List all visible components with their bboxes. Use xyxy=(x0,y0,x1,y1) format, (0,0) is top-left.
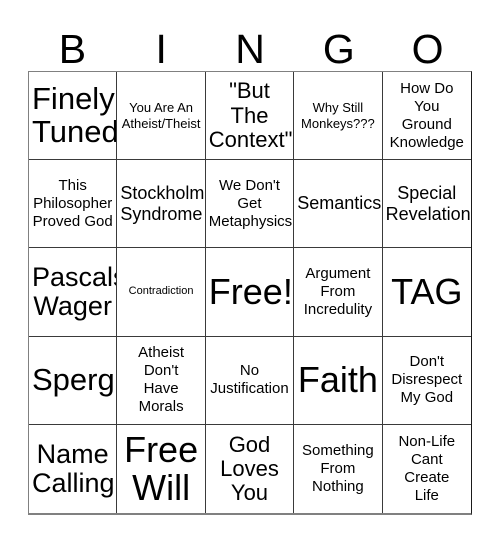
bingo-cell-i1[interactable]: You Are An Atheist/Theist xyxy=(117,72,206,161)
bingo-header-letter-i: I xyxy=(155,26,167,72)
bingo-cell-g3[interactable]: Argument From Incredulity xyxy=(294,248,383,337)
bingo-cell-label: Stockholm Syndrome xyxy=(120,182,205,224)
bingo-cell-label: Argument From Incredulity xyxy=(303,264,373,318)
bingo-cell-o1[interactable]: How Do You Ground Knowledge xyxy=(382,72,471,161)
bingo-cell-label: How Do You Ground Knowledge xyxy=(389,79,464,151)
bingo-cell-label: You Are An Atheist/Theist xyxy=(121,100,201,131)
bingo-cell-b2[interactable]: This Philosopher Proved God xyxy=(29,160,118,249)
bingo-cell-label: "But The Context" xyxy=(208,78,293,152)
bingo-cell-i5[interactable]: Free Will xyxy=(117,424,206,513)
bingo-cell-label: Special Revelation xyxy=(385,182,471,224)
bingo-cell-g4[interactable]: Faith xyxy=(294,336,383,425)
bingo-cell-n2[interactable]: We Don't Get Metaphysics xyxy=(205,160,295,249)
bingo-cell-label: Semantics xyxy=(297,193,382,214)
bingo-cell-label: Pascals Wager xyxy=(32,261,118,321)
bingo-cell-label: This Philosopher Proved God xyxy=(32,176,113,230)
bingo-cell-label: Name Calling xyxy=(32,438,115,498)
bingo-cell-g5[interactable]: Something From Nothing xyxy=(294,424,383,513)
bingo-cell-o2[interactable]: Special Revelation xyxy=(382,160,471,249)
bingo-cell-label: Free! xyxy=(208,271,293,313)
bingo-cell-label: Free Will xyxy=(124,429,199,508)
bingo-cell-label: Finely Tuned xyxy=(32,81,118,149)
bingo-cell-o5[interactable]: Non-Life Cant Create Life xyxy=(382,424,471,513)
bingo-cell-label: Something From Nothing xyxy=(302,441,374,495)
bingo-cell-label: Why Still Monkeys??? xyxy=(301,100,375,131)
bingo-cell-b1[interactable]: Finely Tuned xyxy=(29,72,118,161)
bingo-cell-i4[interactable]: Atheist Don't Have Morals xyxy=(117,336,206,425)
bingo-cell-g2[interactable]: Semantics xyxy=(294,160,383,249)
bingo-cell-o3[interactable]: TAG xyxy=(382,248,471,337)
bingo-cell-i3[interactable]: Contradiction xyxy=(117,248,206,337)
bingo-cell-g1[interactable]: Why Still Monkeys??? xyxy=(294,72,383,161)
bingo-cell-label: Contradiction xyxy=(128,285,194,298)
bingo-cell-label: Non-Life Cant Create Life xyxy=(398,432,456,504)
bingo-header-letter-g: G xyxy=(322,26,355,72)
bingo-card: B I N G O Finely Tuned You Are An Atheist/The… xyxy=(0,0,500,544)
bingo-cell-n5[interactable]: God Loves You xyxy=(205,424,295,513)
bingo-cell-n1[interactable]: "But The Context" xyxy=(205,72,295,161)
bingo-header-letter-o: O xyxy=(411,26,444,72)
bingo-cell-label: We Don't Get Metaphysics xyxy=(208,176,293,230)
bingo-header-letter-n: N xyxy=(235,26,265,72)
bingo-cell-b4[interactable]: Sperg xyxy=(29,336,118,425)
bingo-cell-label: Sperg xyxy=(32,361,115,397)
bingo-cell-n4[interactable]: No Justification xyxy=(205,336,295,425)
bingo-cell-label: Don't Disrespect My God xyxy=(391,353,463,407)
bingo-cell-i2[interactable]: Stockholm Syndrome xyxy=(117,160,206,249)
bingo-cell-label: TAG xyxy=(391,271,463,313)
bingo-header: BINGO xyxy=(28,14,472,71)
bingo-cell-label: No Justification xyxy=(210,362,289,398)
bingo-cell-label: God Loves You xyxy=(220,431,279,505)
bingo-cell-label: Atheist Don't Have Morals xyxy=(138,344,185,416)
bingo-cell-b5[interactable]: Name Calling xyxy=(29,424,118,513)
bingo-cell-o4[interactable]: Don't Disrespect My God xyxy=(382,336,471,425)
bingo-cell-n3[interactable]: Free! xyxy=(205,248,295,337)
bingo-cell-b3[interactable]: Pascals Wager xyxy=(29,248,118,337)
bingo-cell-label: Faith xyxy=(297,359,378,401)
bingo-header-letter-b: B xyxy=(58,26,87,72)
bingo-grid: Finely Tuned You Are An Atheist/Theist "Bu… xyxy=(28,71,472,515)
